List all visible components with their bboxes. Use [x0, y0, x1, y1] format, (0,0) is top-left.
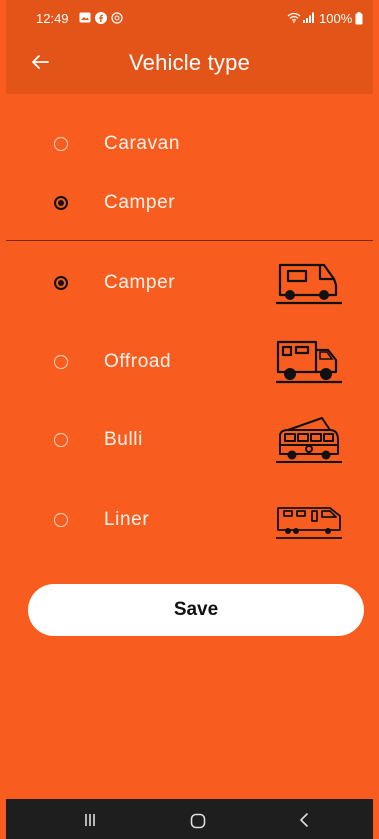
- bulli-van-icon: [276, 417, 342, 463]
- option-label: Offroad: [104, 351, 172, 372]
- gallery-icon: [79, 12, 91, 23]
- option-label: Bulli: [104, 429, 143, 450]
- app-screen: 12:49 100% Vehicle type Caravan Camper C…: [0, 0, 379, 839]
- battery-percentage: 100%: [319, 11, 353, 26]
- status-time: 12:49: [36, 11, 69, 26]
- battery-icon: [355, 12, 363, 25]
- recent-apps-icon[interactable]: [83, 813, 97, 827]
- radio-vehicle-bulli[interactable]: [54, 433, 68, 447]
- facebook-icon: [95, 12, 107, 24]
- radio-vehicle-liner[interactable]: [54, 513, 68, 527]
- back-icon[interactable]: [298, 813, 310, 827]
- divider: [6, 240, 373, 241]
- system-nav-bar: [6, 799, 373, 839]
- app-bar: 12:49 100% Vehicle type: [6, 0, 373, 94]
- option-label: Camper: [104, 192, 176, 213]
- radio-caravan[interactable]: [54, 137, 68, 151]
- vehicle-option-camper[interactable]: Camper: [6, 257, 373, 309]
- signal-icon: [303, 12, 314, 23]
- option-caravan[interactable]: Caravan: [6, 118, 373, 170]
- radio-camper[interactable]: [54, 196, 68, 210]
- radio-vehicle-camper[interactable]: [54, 276, 68, 290]
- offroad-truck-icon: [276, 340, 342, 384]
- vehicle-option-offroad[interactable]: Offroad: [6, 336, 373, 388]
- option-camper[interactable]: Camper: [6, 177, 373, 229]
- notification-icon: [111, 12, 123, 24]
- vehicle-option-liner[interactable]: Liner: [6, 494, 373, 546]
- camper-van-icon: [276, 263, 342, 305]
- vehicle-option-bulli[interactable]: Bulli: [6, 414, 373, 466]
- option-label: Camper: [104, 272, 176, 293]
- save-button[interactable]: Save: [28, 584, 364, 636]
- option-label: Liner: [104, 509, 150, 530]
- page-title: Vehicle type: [128, 50, 251, 75]
- home-icon[interactable]: [190, 813, 206, 829]
- wifi-icon: [287, 12, 301, 23]
- vehicle-type-form: Caravan Camper Camper Offroad Bulli Line…: [6, 94, 373, 799]
- radio-vehicle-offroad[interactable]: [54, 355, 68, 369]
- option-label: Caravan: [104, 133, 181, 154]
- liner-bus-icon: [276, 507, 342, 539]
